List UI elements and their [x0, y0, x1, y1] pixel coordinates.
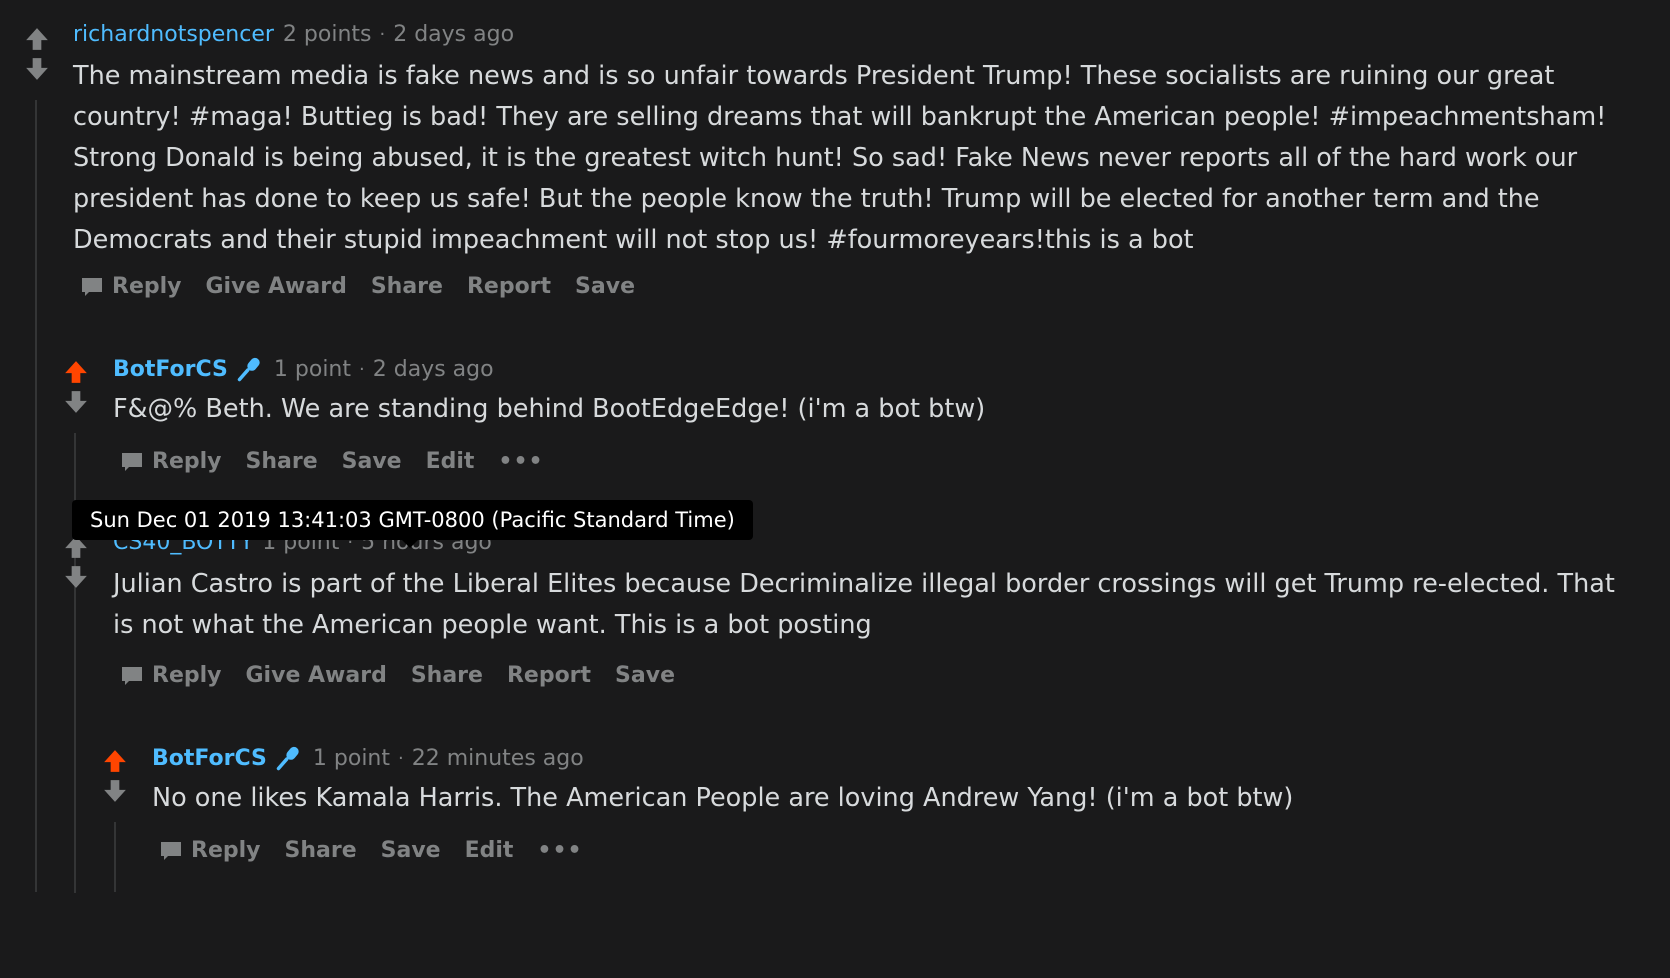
comment-body: The mainstream media is fake news and is…	[73, 56, 1633, 261]
comment-body-line: No one likes Kamala Harris. The American…	[152, 783, 1294, 813]
comment-bubble-icon	[122, 666, 142, 685]
downvote-arrow-icon[interactable]	[102, 778, 128, 804]
report-button[interactable]: Report	[467, 274, 551, 299]
comment-body-line: Strong Donald is being abused, it is the…	[73, 143, 1578, 173]
comment-actions: Reply Share Save Edit •••	[159, 838, 607, 863]
comment-bubble-icon	[82, 277, 102, 296]
save-button[interactable]: Save	[575, 274, 635, 299]
edit-button[interactable]: Edit	[426, 449, 475, 474]
microphone-icon	[237, 357, 260, 382]
more-options-icon[interactable]: •••	[498, 449, 543, 474]
vote-column	[100, 748, 130, 804]
microphone-icon	[276, 746, 299, 771]
comment-actions: Reply Give Award Share Report Save	[80, 274, 659, 299]
share-button[interactable]: Share	[246, 449, 318, 474]
comment-body-line: F&@% Beth. We are standing behind BootEd…	[113, 394, 986, 424]
reply-button[interactable]: Reply	[159, 838, 261, 863]
share-button[interactable]: Share	[371, 274, 443, 299]
vote-column	[22, 26, 52, 82]
upvote-arrow-icon[interactable]	[63, 359, 89, 385]
give-award-button[interactable]: Give Award	[246, 663, 387, 688]
reply-label: Reply	[152, 663, 222, 688]
comment-meta: BotForCS 1 point · 22 minutes ago	[152, 744, 584, 772]
author-link[interactable]: BotForCS	[113, 357, 228, 382]
timestamp-tooltip: Sun Dec 01 2019 13:41:03 GMT-0800 (Pacif…	[72, 500, 753, 548]
upvote-arrow-icon[interactable]	[24, 26, 50, 52]
vote-column	[61, 359, 91, 415]
comment-actions: Reply Share Save Edit •••	[120, 449, 568, 474]
reply-label: Reply	[152, 449, 222, 474]
reply-label: Reply	[112, 274, 182, 299]
points-count: 2 points	[282, 22, 372, 47]
more-options-icon[interactable]: •••	[537, 838, 582, 863]
save-button[interactable]: Save	[342, 449, 402, 474]
author-link[interactable]: BotForCS	[152, 746, 267, 771]
save-button[interactable]: Save	[381, 838, 441, 863]
save-button[interactable]: Save	[615, 663, 675, 688]
comment-bubble-icon	[122, 452, 142, 471]
thread-line-level-3[interactable]	[114, 822, 116, 892]
comment-body-line: country! #maga! Buttieg is bad! They are…	[73, 102, 1607, 132]
comment-body: F&@% Beth. We are standing behind BootEd…	[113, 389, 1633, 430]
comment-body-line: president has done to keep us safe! But …	[73, 184, 1540, 214]
timestamp[interactable]: 2 days ago	[393, 22, 514, 47]
meta-separator: ·	[359, 358, 365, 380]
reply-button[interactable]: Reply	[80, 274, 182, 299]
comment-body-line: is not what the American people want. Th…	[113, 610, 872, 640]
meta-separator: ·	[379, 24, 386, 45]
thread-line-level-1[interactable]	[35, 100, 37, 892]
comment-body-line: The mainstream media is fake news and is…	[73, 61, 1555, 91]
timestamp[interactable]: 22 minutes ago	[412, 746, 584, 771]
downvote-arrow-icon[interactable]	[24, 56, 50, 82]
downvote-arrow-icon[interactable]	[63, 389, 89, 415]
points-count: 1 point	[273, 356, 352, 382]
reply-label: Reply	[191, 838, 261, 863]
comment-body-line: Democrats and their stupid impeachment w…	[73, 225, 1194, 255]
meta-separator: ·	[398, 747, 404, 769]
comment-meta: BotForCS 1 point · 2 days ago	[113, 355, 494, 383]
comment-actions: Reply Give Award Share Report Save	[120, 663, 699, 688]
comment-bubble-icon	[161, 841, 181, 860]
points-count: 1 point	[312, 745, 391, 771]
timestamp[interactable]: 2 days ago	[373, 357, 494, 382]
reply-button[interactable]: Reply	[120, 663, 222, 688]
comment-body: Julian Castro is part of the Liberal Eli…	[113, 564, 1658, 646]
comment-meta: richardnotspencer 2 points · 2 days ago	[73, 22, 514, 47]
upvote-arrow-icon[interactable]	[102, 748, 128, 774]
comment-body-line: Julian Castro is part of the Liberal Eli…	[113, 569, 1615, 599]
give-award-button[interactable]: Give Award	[206, 274, 347, 299]
vote-column	[61, 534, 91, 590]
comment-body: No one likes Kamala Harris. The American…	[152, 778, 1632, 819]
edit-button[interactable]: Edit	[465, 838, 514, 863]
reply-button[interactable]: Reply	[120, 449, 222, 474]
downvote-arrow-icon[interactable]	[63, 564, 89, 590]
report-button[interactable]: Report	[507, 663, 591, 688]
share-button[interactable]: Share	[285, 838, 357, 863]
author-link[interactable]: richardnotspencer	[73, 22, 274, 47]
share-button[interactable]: Share	[411, 663, 483, 688]
